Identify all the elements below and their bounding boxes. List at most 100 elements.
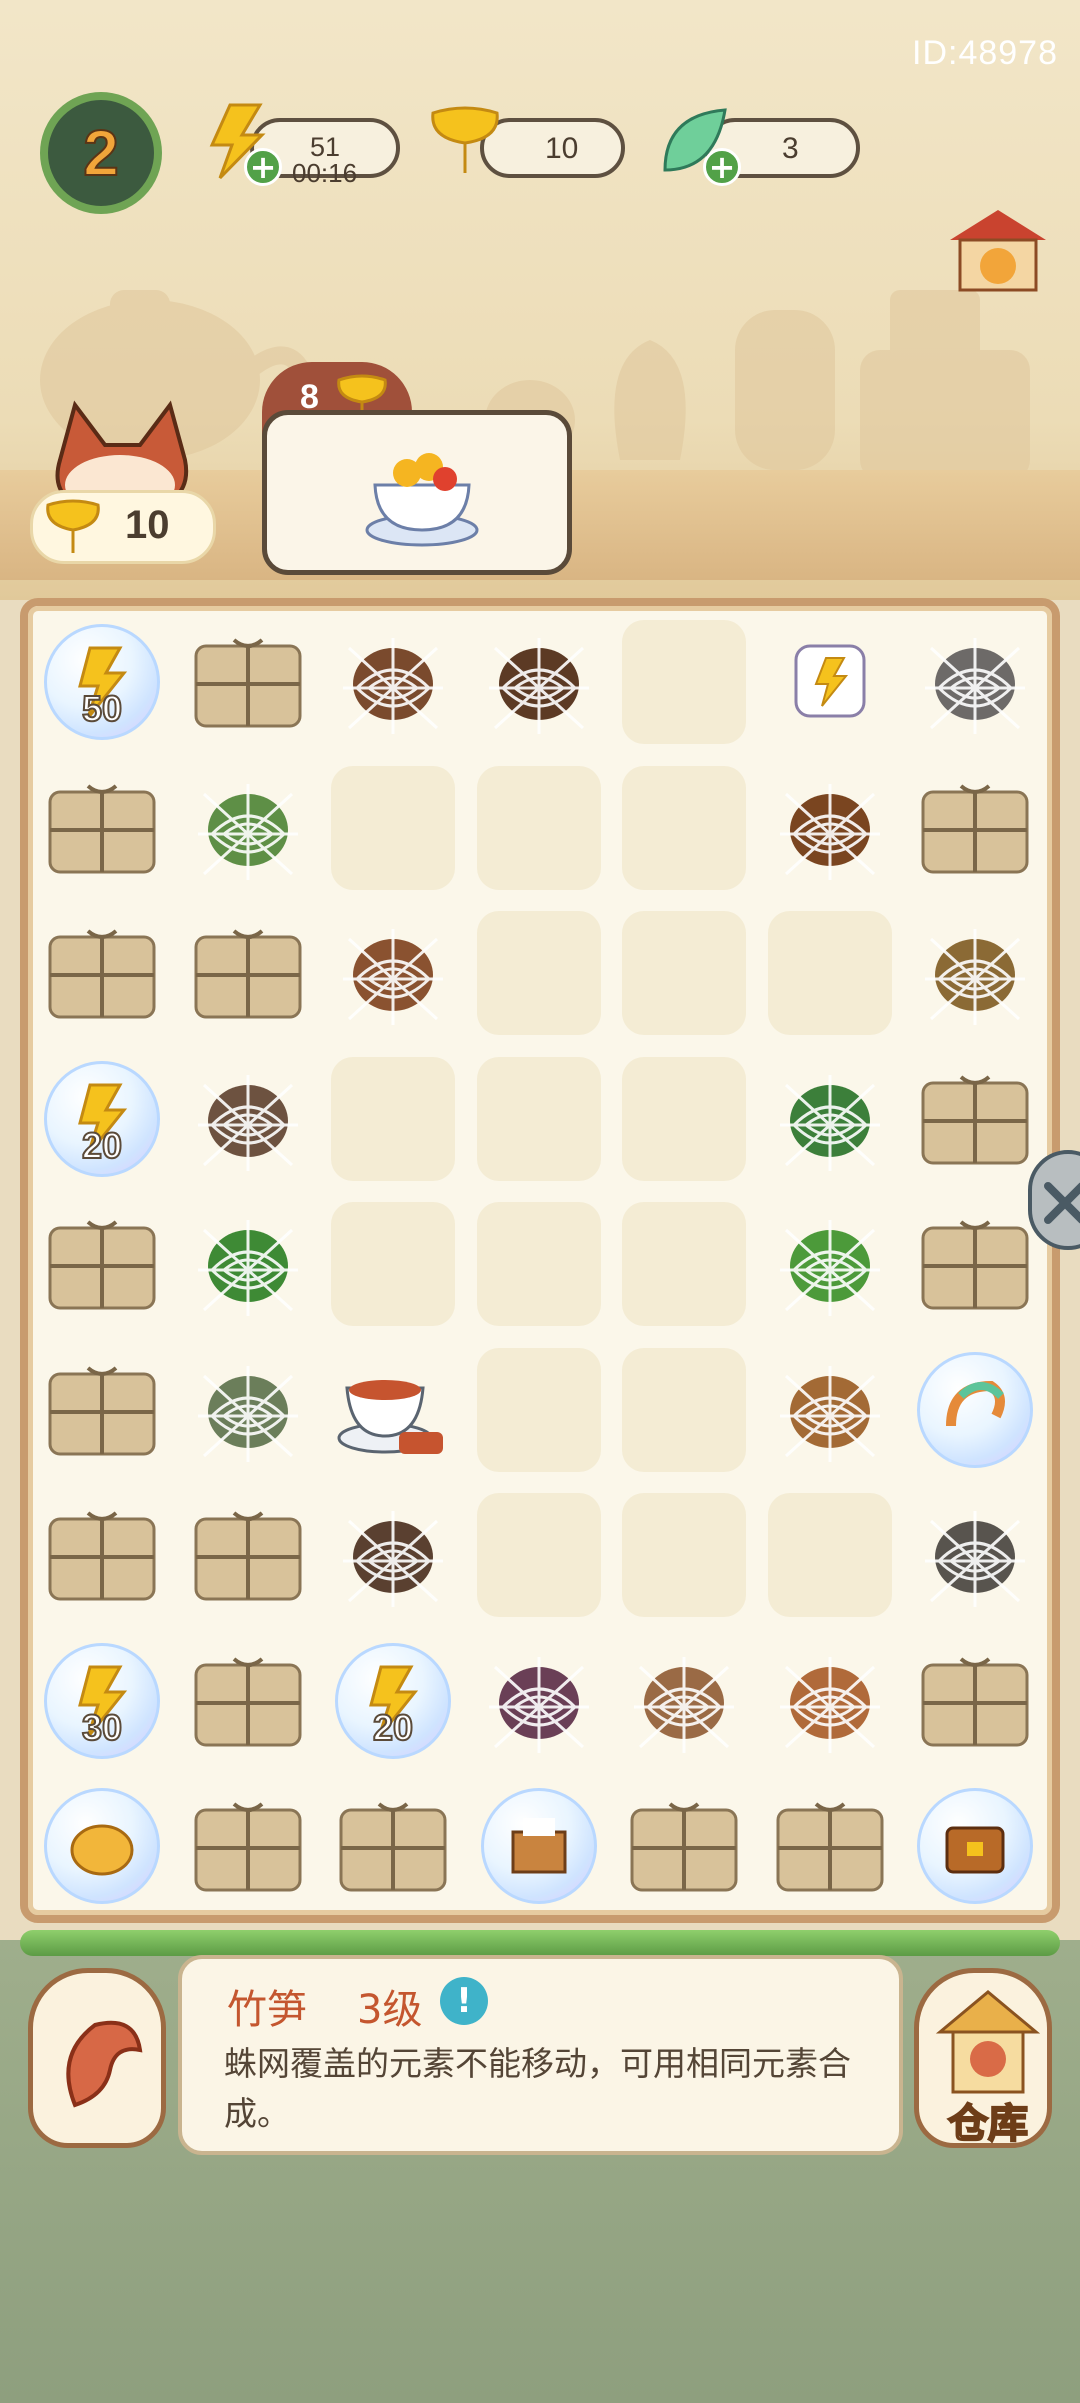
board-cell[interactable] [911,764,1039,892]
shop-icon[interactable] [948,206,1048,292]
box-icon [48,929,156,1019]
board-cell[interactable] [475,618,603,746]
board-cell-empty[interactable] [475,909,603,1037]
item-description: 蛛网覆盖的元素不能移动，可用相同元素合成。 [224,2044,851,2133]
box-icon [48,783,156,873]
board-cell[interactable] [475,1637,603,1765]
board-cell-empty[interactable] [766,1491,894,1619]
board-cell[interactable] [620,1782,748,1910]
board-cell[interactable] [38,1200,166,1328]
stone-with-web-icon [925,638,1025,734]
board-cell[interactable] [911,1782,1039,1910]
item-info-icon[interactable]: ! [440,1977,488,2025]
board-cell[interactable] [329,618,457,746]
board-cell[interactable] [911,1637,1039,1765]
board-cell-empty[interactable] [620,1346,748,1474]
board-cell[interactable] [766,1782,894,1910]
sell-button[interactable] [28,1968,166,2148]
sprout-with-web-icon [488,638,589,734]
box-icon [630,1802,738,1892]
board-cell[interactable] [329,1346,457,1474]
pet-coin-value: 10 [125,503,170,547]
board-cell[interactable] [184,764,312,892]
board-cell[interactable] [38,764,166,892]
board-cell[interactable] [766,618,894,746]
board-cell-empty[interactable] [620,618,748,746]
board-cell-empty[interactable] [620,1200,748,1328]
clay-pot-with-web-icon [779,783,880,880]
board-cell[interactable] [329,1782,457,1910]
bubble-value: 20 [81,1124,123,1167]
board-cell[interactable]: 50 [38,618,166,746]
board-cell[interactable] [38,1346,166,1474]
board-cell-empty[interactable] [329,1200,457,1328]
board-cell[interactable] [766,1055,894,1183]
side-close-button[interactable] [1028,1150,1080,1250]
board-cell[interactable] [184,909,312,1037]
box-icon [48,1365,156,1455]
board-cell-empty[interactable] [329,764,457,892]
player-level-badge[interactable]: 2 [40,92,162,214]
board-cell-empty[interactable] [620,1055,748,1183]
board-cell[interactable] [911,1055,1039,1183]
treasure-chest-icon [945,1826,1005,1874]
board-cell-empty[interactable] [475,1200,603,1328]
board-cell[interactable]: 20 [329,1637,457,1765]
board-cell-empty[interactable] [475,1491,603,1619]
ginkgo-icon [431,106,499,173]
board-cell-empty[interactable] [329,1055,457,1183]
item-name: 竹笋 [227,1987,307,2033]
kettle-with-web-icon [779,1656,880,1753]
order-card[interactable] [262,410,572,575]
board-cell[interactable] [184,1637,312,1765]
bubble-value: 20 [372,1706,414,1749]
box-icon [921,783,1029,873]
board-cell[interactable] [766,1637,894,1765]
red-panda-tail-icon [66,2020,143,2108]
board-cell[interactable] [329,909,457,1037]
board-cell[interactable] [38,1782,166,1910]
board-cell[interactable]: 30 [38,1637,166,1765]
board-cell[interactable]: 20 [38,1055,166,1183]
bubble-value: 30 [81,1706,123,1749]
board-cell[interactable] [184,1491,312,1619]
close-icon [1044,1182,1080,1224]
board-cell[interactable] [911,909,1039,1037]
box-icon [194,929,301,1019]
board-cell[interactable] [184,1055,312,1183]
item-info-panel: 竹笋 3级 ! 蛛网覆盖的元素不能移动，可用相同元素合成。 [178,1955,903,2155]
board-cell[interactable] [184,1346,312,1474]
board-cell-empty[interactable] [766,909,894,1037]
board-cell[interactable] [620,1637,748,1765]
board-cell[interactable] [766,764,894,892]
board-cell[interactable] [766,1346,894,1474]
add-leaf-button[interactable]: + [703,148,741,186]
box-icon [921,1220,1029,1310]
board-cell-empty[interactable] [475,764,603,892]
board-cell[interactable] [911,618,1039,746]
board-cell[interactable] [38,909,166,1037]
warehouse-button[interactable]: 仓库 [914,1968,1052,2148]
board-cell-empty[interactable] [475,1055,603,1183]
board-cell-empty[interactable] [620,1491,748,1619]
board-cell-empty[interactable] [475,1346,603,1474]
warehouse-label: 仓库 [947,2100,1029,2148]
board-cell[interactable] [38,1491,166,1619]
board-cell[interactable] [184,618,312,746]
player-id: ID:48978 [912,34,1058,72]
merge-board: 50 20 30 20 [20,598,1060,1923]
board-cell[interactable] [911,1200,1039,1328]
board-cell-empty[interactable] [620,764,748,892]
box-icon [194,1802,301,1892]
board-cell[interactable] [475,1782,603,1910]
board-cell[interactable] [911,1491,1039,1619]
board-cell[interactable] [184,1200,312,1328]
board-cell-empty[interactable] [620,909,748,1037]
board-cell[interactable] [766,1200,894,1328]
board-cell[interactable] [184,1782,312,1910]
board-cell[interactable] [911,1346,1039,1474]
board-cell[interactable] [329,1491,457,1619]
box-icon [194,638,301,728]
add-energy-button[interactable]: + [244,148,282,186]
box-icon [194,1656,301,1746]
